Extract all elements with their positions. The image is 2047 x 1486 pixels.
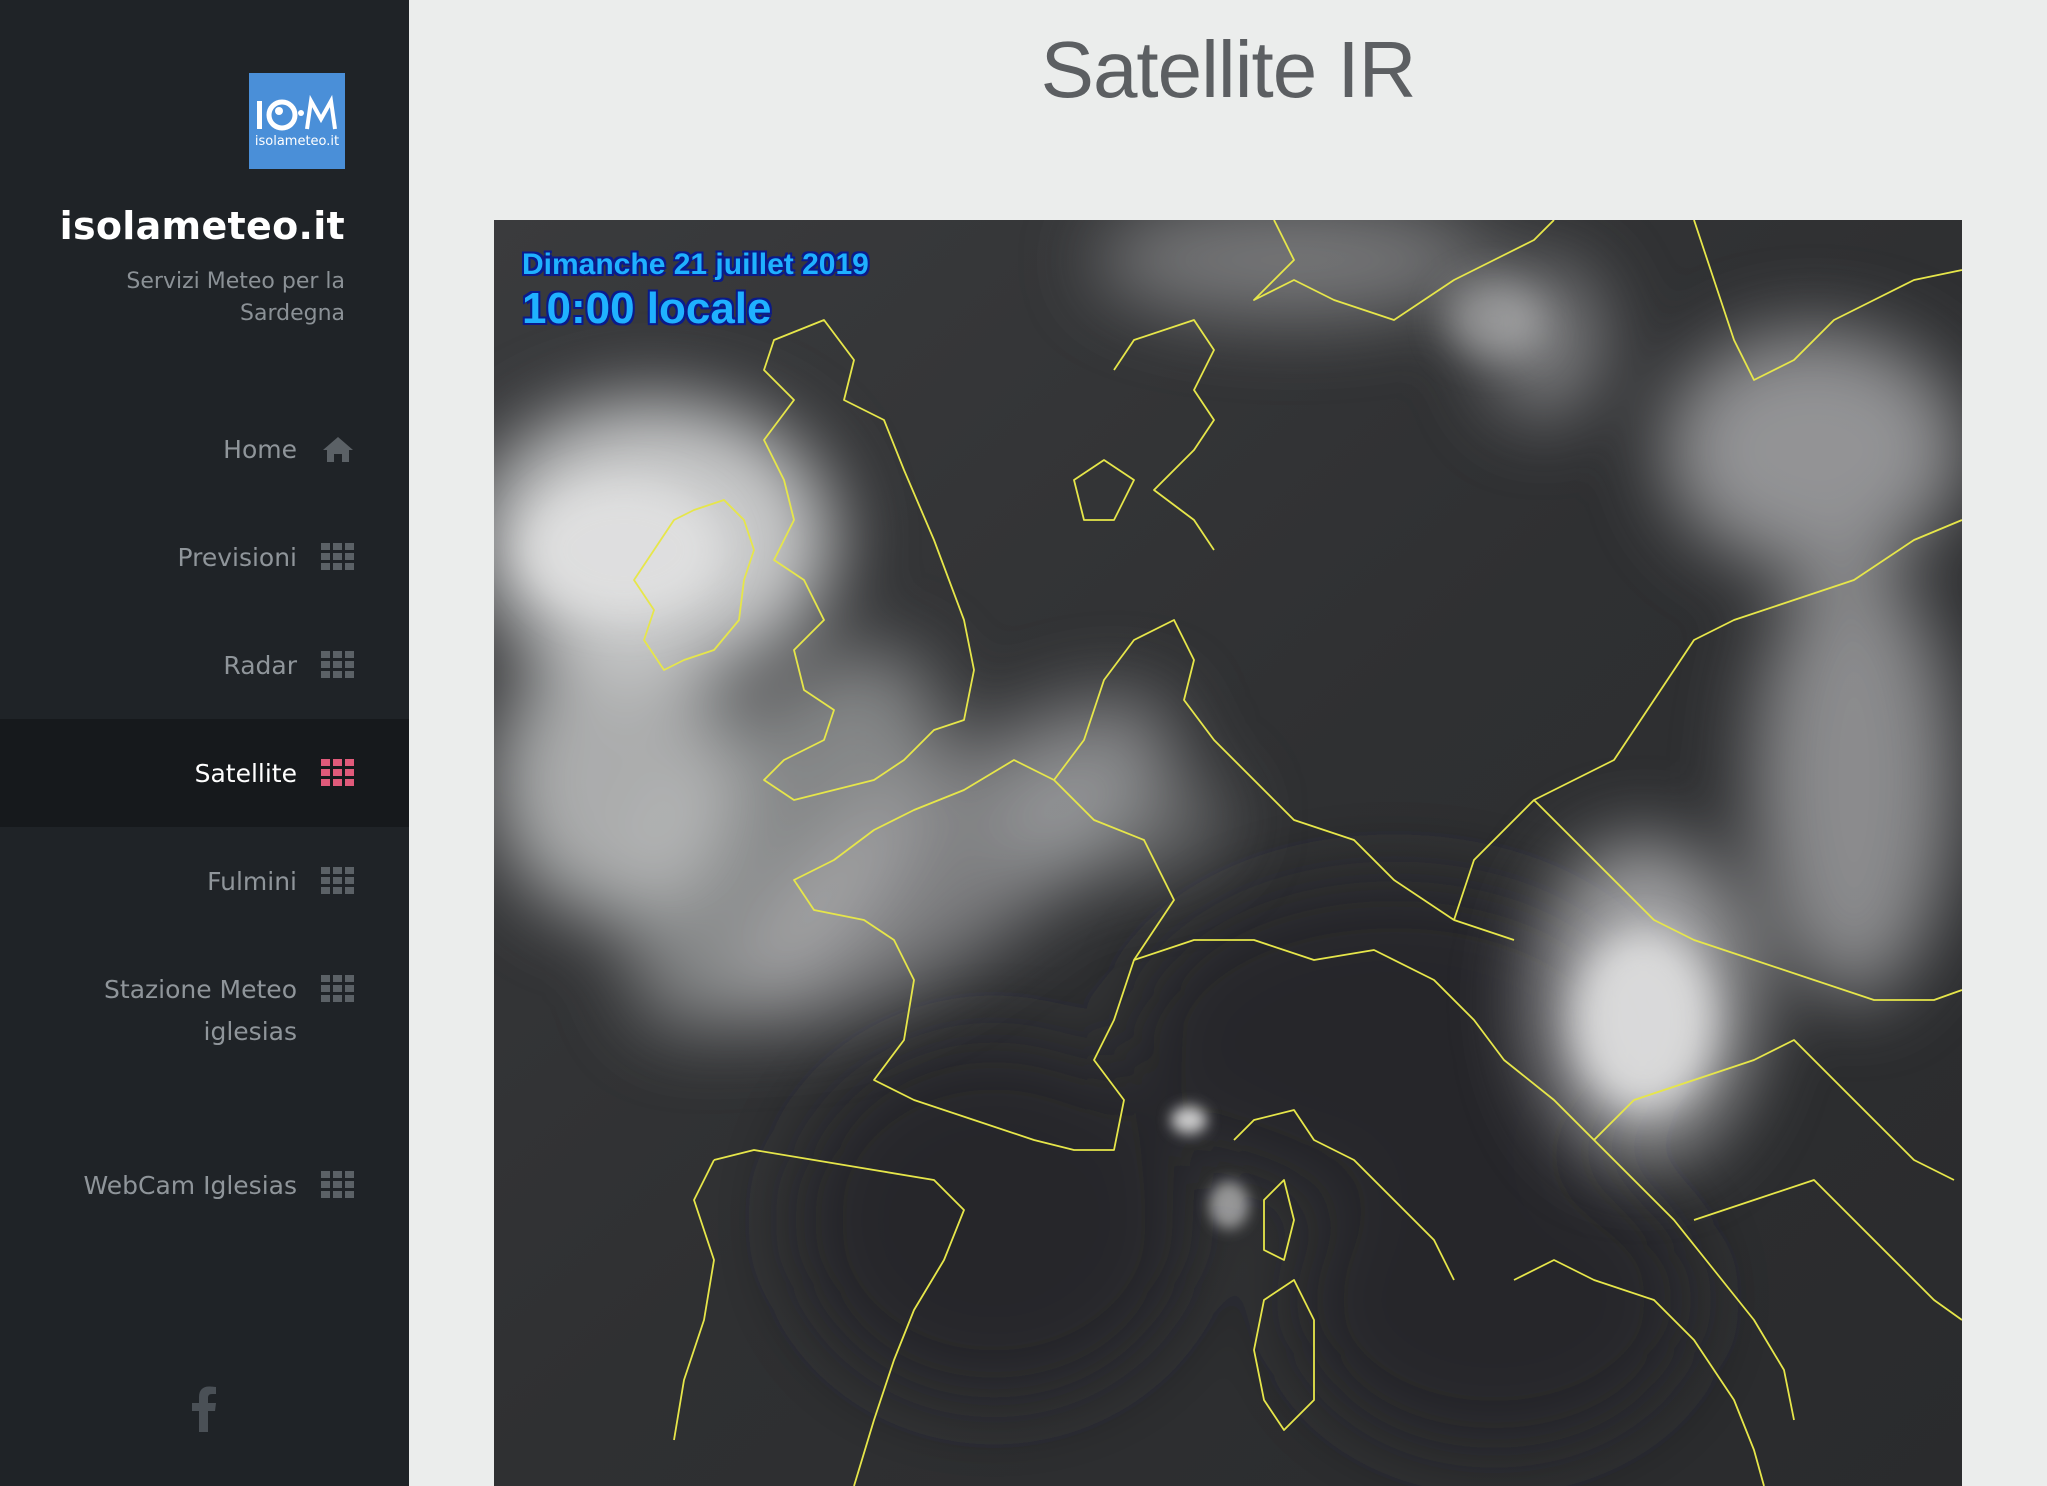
grid-icon [321, 975, 354, 1002]
home-icon [323, 437, 353, 462]
logo-text: isolameteo.it [255, 134, 339, 149]
facebook-icon[interactable] [190, 1386, 218, 1432]
grid-icon [321, 759, 354, 786]
nav-item-radar[interactable]: Radar [0, 611, 409, 719]
site-logo[interactable]: isolameteo.it [249, 73, 345, 169]
nav-label-stazione-meteo: Stazione Meteo [104, 974, 297, 1004]
sidebar: isolameteo.it isolameteo.it Servizi Mete… [0, 0, 409, 1486]
nav-label-radar: Radar [223, 650, 297, 680]
nav-label-home: Home [223, 434, 297, 464]
site-tagline: Servizi Meteo per la Sardegna [126, 269, 345, 326]
nav-label-satellite: Satellite [194, 758, 297, 788]
nav-item-webcam-iglesias[interactable]: WebCam Iglesias [0, 1131, 409, 1239]
grid-icon [321, 543, 354, 570]
main-nav: Home Previsioni Radar Satellite Fulmini … [0, 395, 409, 1239]
nav-label-webcam-iglesias: WebCam Iglesias [83, 1170, 297, 1200]
satellite-time: 10:00 locale [522, 284, 772, 333]
nav-item-previsioni[interactable]: Previsioni [0, 503, 409, 611]
nav-item-satellite[interactable]: Satellite [0, 719, 409, 827]
satellite-image[interactable]: Dimanche 21 juillet 2019 10:00 locale [494, 220, 1962, 1486]
satellite-map [494, 220, 1962, 1486]
nav-item-home[interactable]: Home [0, 395, 409, 503]
grid-icon [321, 1171, 354, 1198]
nav-item-fulmini[interactable]: Fulmini [0, 827, 409, 935]
nav-item-stazione-meteo[interactable]: Stazione Meteo [0, 935, 409, 1043]
satellite-date: Dimanche 21 juillet 2019 [522, 248, 869, 281]
grid-icon [321, 867, 354, 894]
grid-icon [321, 651, 354, 678]
page-title: Satellite IR [1040, 25, 1417, 114]
nav-label-fulmini: Fulmini [207, 866, 297, 896]
site-title[interactable]: isolameteo.it [60, 204, 345, 248]
main-content: Satellite IR Dimanche 21 juillet 2019 10… [409, 0, 2047, 1486]
nav-label-previsioni: Previsioni [177, 542, 297, 572]
